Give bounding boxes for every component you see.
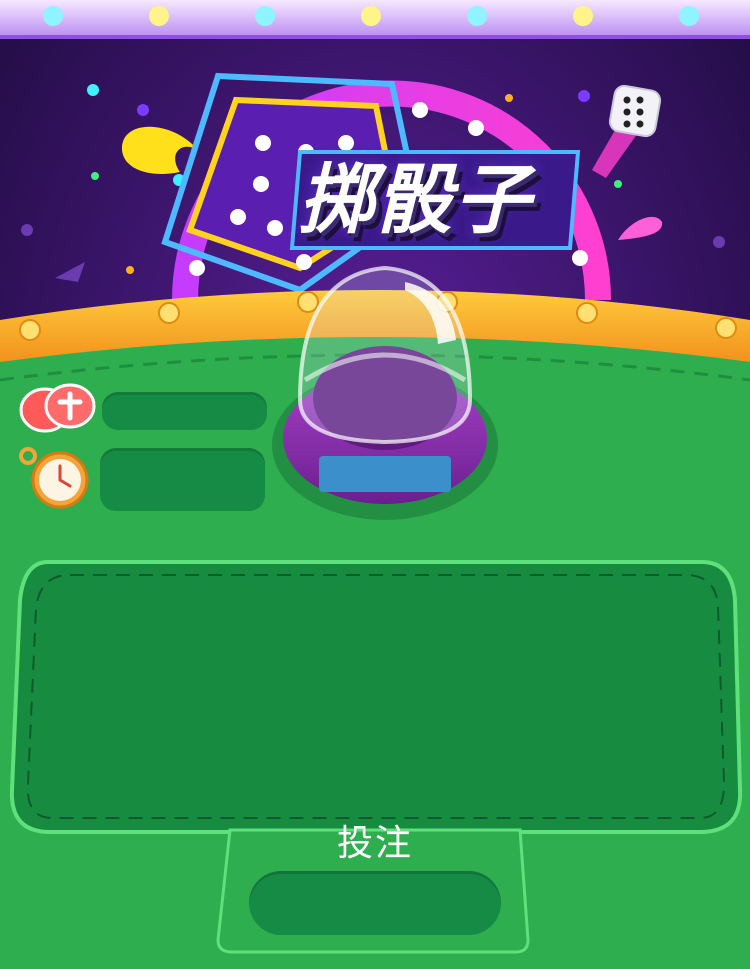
- chips-balance-field: [102, 392, 267, 430]
- game-title: 掷骰子: [298, 155, 532, 244]
- chips-icon-graphic: [19, 383, 96, 433]
- bet-amount-button[interactable]: [249, 871, 501, 935]
- betting-area[interactable]: [20, 562, 732, 824]
- bet-label: 投注: [336, 823, 413, 864]
- timer-field: [100, 448, 265, 511]
- game-screen: 掷骰子 投注: [0, 0, 750, 969]
- cup-result-label: [319, 456, 451, 492]
